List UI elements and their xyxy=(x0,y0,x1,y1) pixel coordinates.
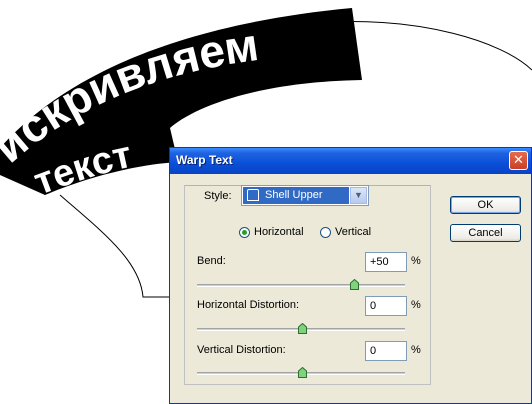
horizontal-distortion-input[interactable]: 0 xyxy=(365,296,407,316)
dialog-title: Warp Text xyxy=(176,153,233,167)
horizontal-distortion-slider-thumb[interactable] xyxy=(298,323,307,334)
horizontal-distortion-label: Horizontal Distortion: xyxy=(197,299,300,311)
vertical-distortion-label: Vertical Distortion: xyxy=(197,344,286,356)
warp-text-dialog: Warp Text ✕ Style: Shell Upper ▼ Horizon… xyxy=(169,147,532,404)
vertical-distortion-unit: % xyxy=(411,344,421,356)
horizontal-distortion-unit: % xyxy=(411,299,421,311)
shell-upper-icon xyxy=(247,189,259,201)
radio-vertical[interactable] xyxy=(320,227,331,238)
ok-button[interactable]: OK xyxy=(450,196,521,214)
vertical-distortion-input[interactable]: 0 xyxy=(365,341,407,361)
bend-unit: % xyxy=(411,255,421,267)
bend-input[interactable]: +50 xyxy=(365,252,407,272)
bend-label: Bend: xyxy=(197,255,226,267)
dialog-titlebar[interactable]: Warp Text ✕ xyxy=(170,148,531,174)
radio-vertical-label: Vertical xyxy=(335,226,372,238)
cancel-button[interactable]: Cancel xyxy=(450,224,521,242)
chevron-down-icon[interactable]: ▼ xyxy=(350,187,367,204)
radio-horizontal[interactable] xyxy=(239,227,250,238)
close-icon: ✕ xyxy=(513,152,524,167)
style-select[interactable]: Shell Upper ▼ xyxy=(241,185,369,206)
radio-horizontal-label: Horizontal xyxy=(254,226,304,238)
close-button[interactable]: ✕ xyxy=(509,151,528,170)
bend-slider-track[interactable] xyxy=(197,284,405,287)
style-label: Style: xyxy=(204,190,232,202)
bend-slider-thumb[interactable] xyxy=(350,279,359,290)
vertical-distortion-slider-thumb[interactable] xyxy=(298,367,307,378)
style-selected-value: Shell Upper xyxy=(243,187,349,204)
warp-guide-path-lower xyxy=(59,194,169,298)
